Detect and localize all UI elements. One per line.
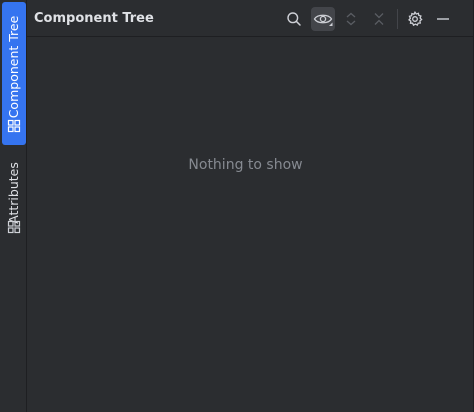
- settings-button[interactable]: [403, 7, 427, 31]
- tool-window-strip: Component Tree Attributes: [0, 0, 27, 412]
- toolbar-divider: [397, 9, 398, 29]
- search-icon: [287, 12, 301, 26]
- component-tree-icon: [7, 119, 21, 133]
- empty-state-message: Nothing to show: [188, 157, 303, 173]
- expand-all-icon: [346, 12, 356, 26]
- app-window: Component Tree Attributes Component Tree: [0, 0, 474, 412]
- panel-header: Component Tree: [27, 0, 474, 37]
- tab-attributes-label: Attributes: [6, 162, 21, 224]
- collapse-all-icon: [374, 13, 384, 25]
- tab-component-tree[interactable]: Component Tree: [2, 2, 26, 145]
- gear-icon: [408, 11, 423, 27]
- eye-icon: [313, 14, 333, 26]
- tab-attributes[interactable]: Attributes: [2, 152, 26, 242]
- attributes-icon: [7, 220, 21, 234]
- search-button[interactable]: [282, 7, 306, 31]
- view-options-button[interactable]: [311, 7, 335, 31]
- component-tree-panel: Component Tree Nothing to show: [27, 0, 474, 412]
- expand-all-button[interactable]: [339, 7, 363, 31]
- minimize-icon: [437, 18, 449, 20]
- tab-component-tree-label: Component Tree: [6, 15, 21, 119]
- panel-title: Component Tree: [34, 11, 154, 26]
- collapse-all-button[interactable]: [367, 7, 391, 31]
- minimize-button[interactable]: [431, 7, 455, 31]
